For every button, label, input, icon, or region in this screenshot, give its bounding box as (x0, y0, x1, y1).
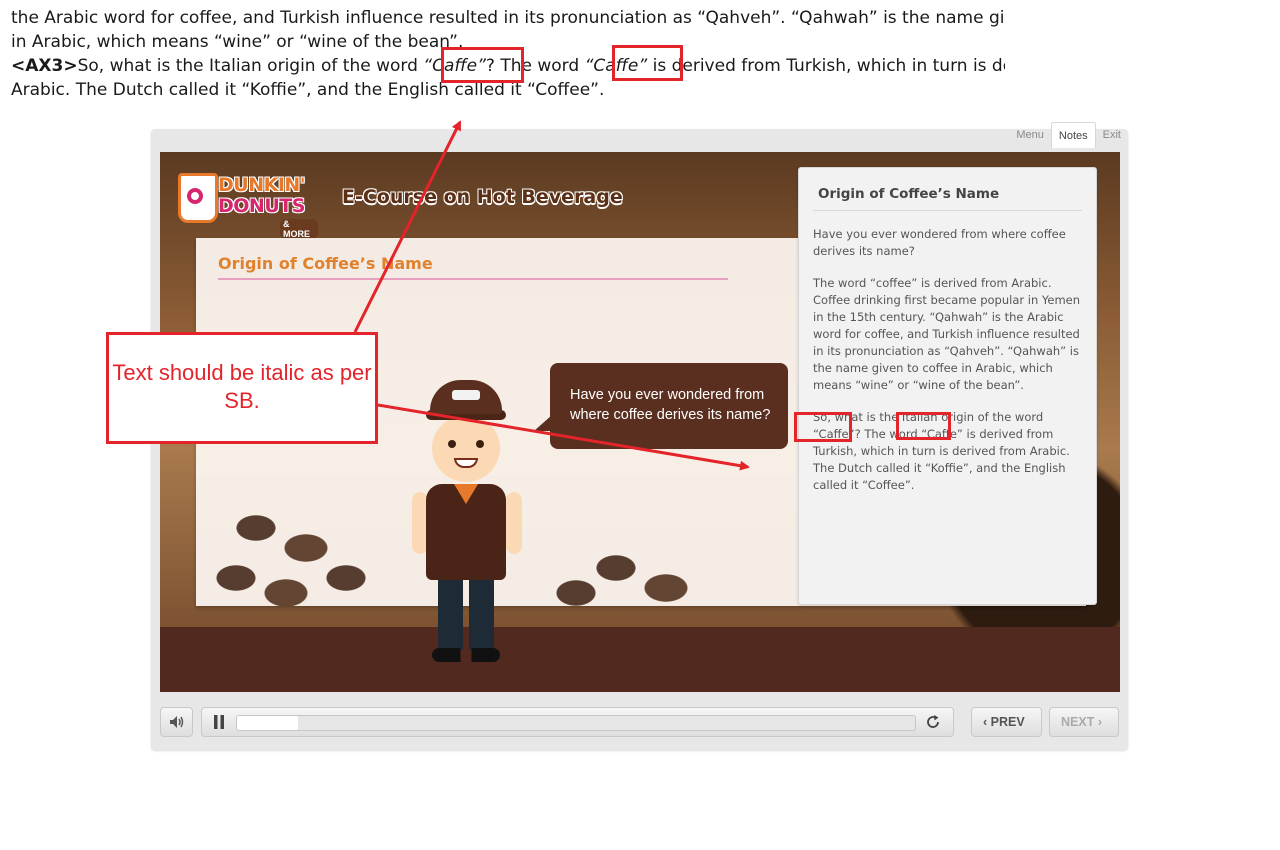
prev-label: ‹ PREV (983, 715, 1025, 729)
doc-line-4: Arabic. The Dutch called it “Koffie”, an… (11, 80, 605, 100)
dunkin-donuts-logo: DUNKIN' DONUTS & MORE (178, 167, 318, 239)
stage-floor (160, 627, 1120, 692)
progress-fill (237, 716, 299, 730)
tab-exit[interactable]: Exit (1096, 122, 1128, 148)
course-title: E-Course on Hot Beverage (342, 186, 623, 208)
tab-notes[interactable]: Notes (1050, 122, 1096, 148)
screen-tag: <AX3> (11, 56, 78, 76)
next-button[interactable]: NEXT › (1049, 707, 1119, 737)
notes-paragraph-2: The word “coffee” is derived from Arabic… (813, 276, 1081, 392)
replay-icon[interactable] (925, 714, 941, 730)
progress-track[interactable] (236, 715, 916, 731)
slide-heading: Origin of Coffee’s Name (218, 254, 433, 273)
notes-paragraph-3: So, what is the Italian origin of the wo… (813, 410, 1070, 492)
doc-line-3-before: So, what is the Italian origin of the wo… (77, 56, 424, 76)
speech-bubble: Have you ever wondered from where coffee… (534, 363, 788, 449)
notes-title: Origin of Coffee’s Name (813, 168, 1082, 211)
coffee-cup-logo-icon (178, 173, 218, 223)
notes-paragraph-1: Have you ever wondered from where coffee… (813, 227, 1066, 258)
volume-button[interactable] (160, 707, 193, 737)
doc-line-3-after: is derived from Turkish, which in turn i… (652, 56, 1005, 76)
chevron-right-icon: › (1094, 715, 1102, 729)
player-tabs: Menu Notes Exit (1009, 122, 1128, 148)
doc-line-3-middle: ? The word (485, 56, 585, 76)
doc-line-1: the Arabic word for coffee, and Turkish … (11, 8, 1005, 28)
seek-bar-container (201, 707, 954, 737)
doc-line-3: <AX3>So, what is the Italian origin of t… (11, 54, 1005, 78)
next-label: NEXT › (1061, 715, 1102, 729)
chevron-left-icon: ‹ (983, 715, 991, 729)
annotation-callout: Text should be italic as per SB. (106, 332, 378, 444)
barista-character (412, 380, 522, 670)
italic-word-caffe-2: “Caffe” (584, 56, 648, 76)
tab-menu[interactable]: Menu (1009, 122, 1051, 148)
italic-word-caffe-1: “Caffe” (423, 56, 486, 76)
notes-panel[interactable]: Origin of Coffee’s Name Have you ever wo… (798, 167, 1097, 605)
doc-line-2: in Arabic, which means “wine” or “wine o… (11, 32, 464, 52)
document-text: the Arabic word for coffee, and Turkish … (11, 6, 1005, 102)
prev-button[interactable]: ‹ PREV (971, 707, 1042, 737)
heading-divider (218, 278, 728, 280)
speaker-icon (170, 716, 184, 728)
pause-icon[interactable] (213, 715, 225, 729)
